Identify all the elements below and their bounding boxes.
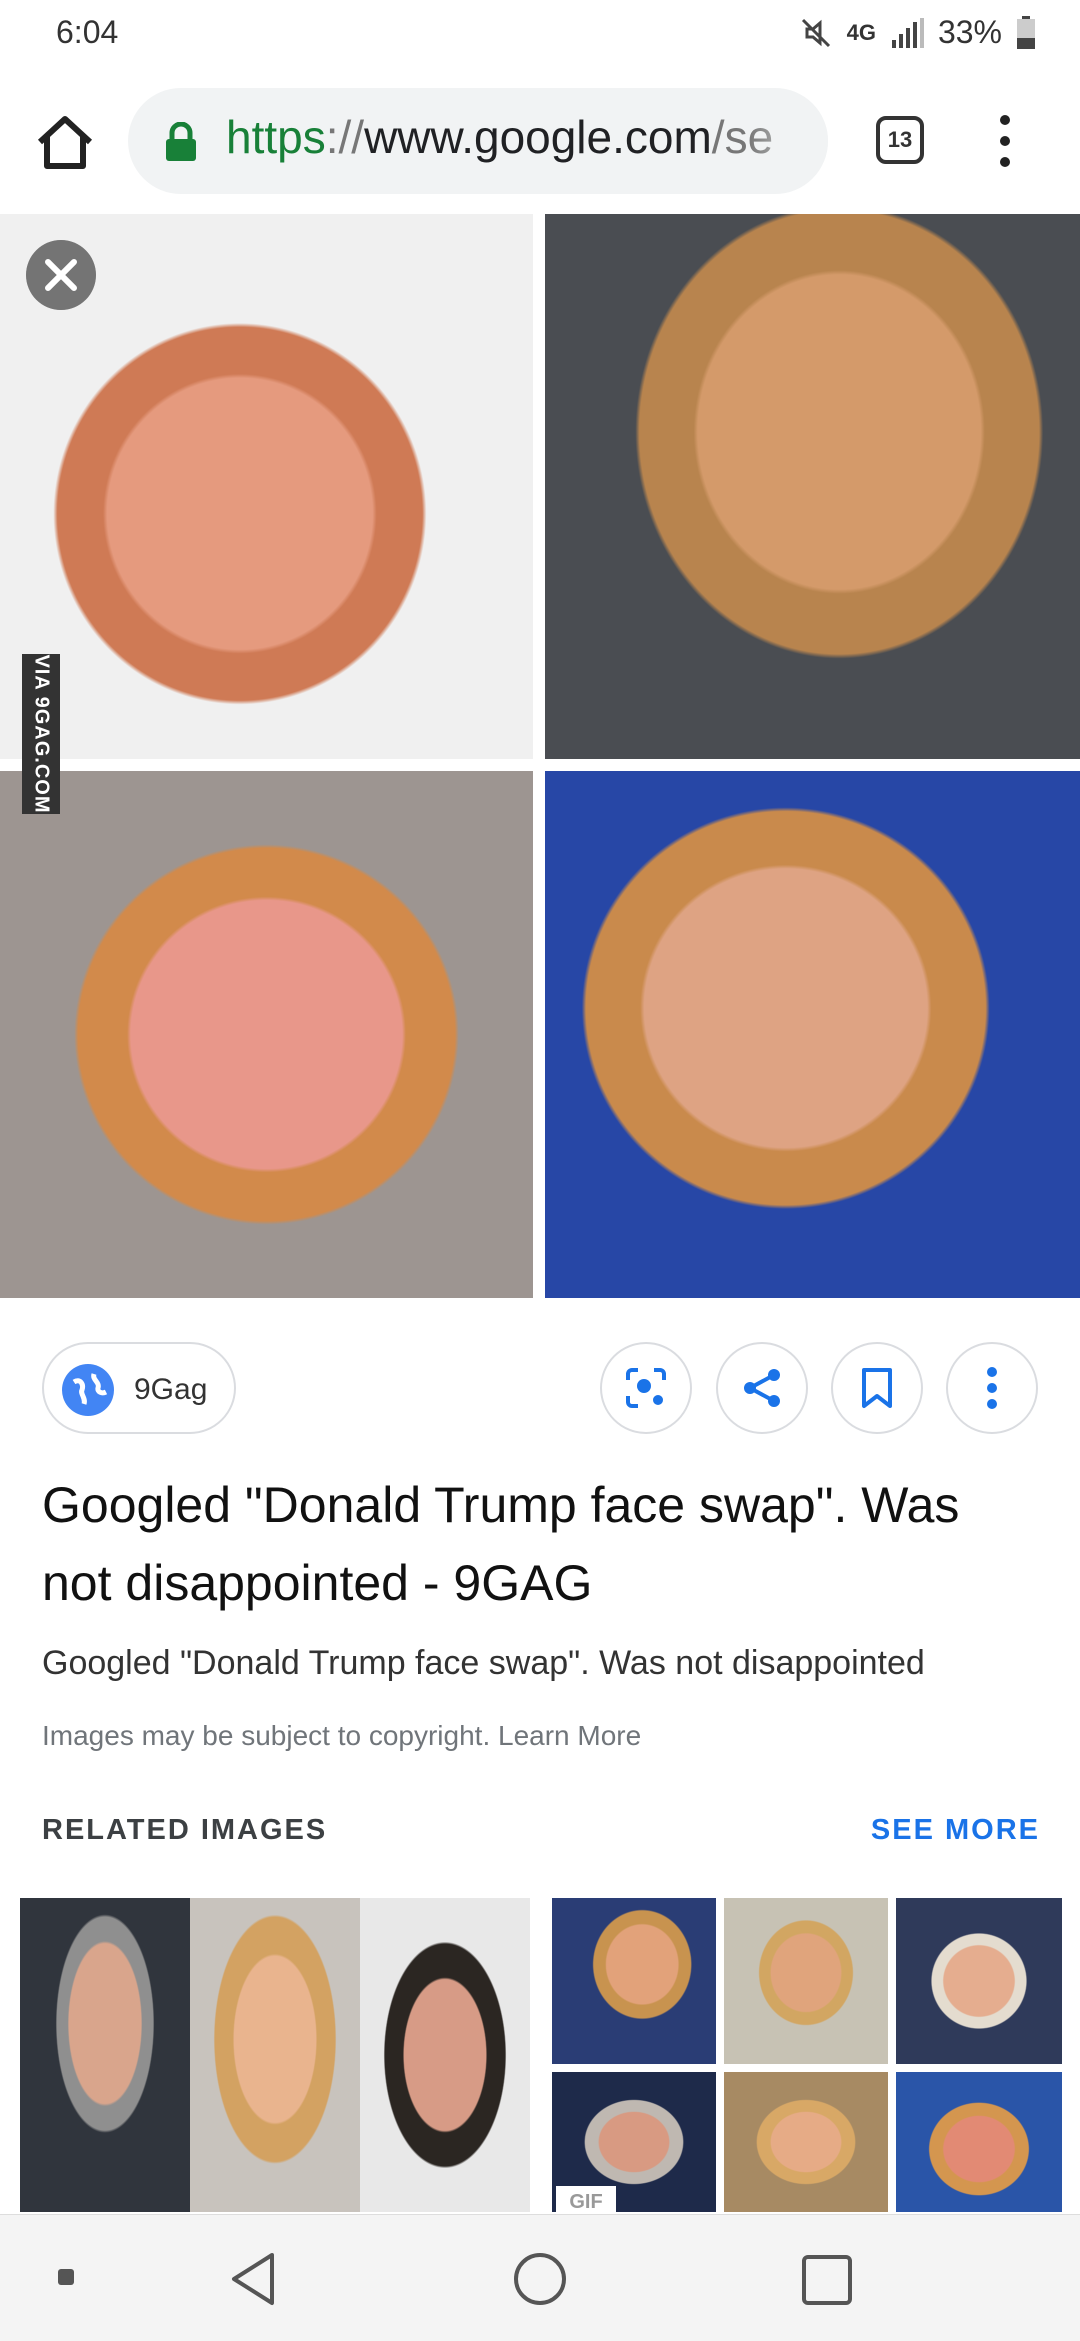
thumbnail xyxy=(724,1898,888,2064)
lens-button[interactable] xyxy=(600,1342,692,1434)
watermark: VIA 9GAG.COM xyxy=(22,654,60,814)
status-time: 6:04 xyxy=(56,14,119,50)
lock-icon xyxy=(166,122,196,161)
gif-badge: GIF xyxy=(556,2186,616,2212)
thumbnail xyxy=(896,2072,1062,2212)
url-text: https://www.google.com/se xyxy=(226,110,773,164)
share-button[interactable] xyxy=(716,1342,808,1434)
url-host: www.google.com xyxy=(364,111,712,163)
recent-dot-icon[interactable] xyxy=(56,2267,76,2287)
system-nav-bar xyxy=(0,2214,1080,2341)
photo-tile xyxy=(545,771,1080,1298)
bookmark-button[interactable] xyxy=(831,1342,923,1434)
thumbnail xyxy=(724,2072,888,2212)
url-separator: :// xyxy=(325,111,365,163)
thumbnail xyxy=(190,1898,360,2212)
lens-icon xyxy=(626,1368,666,1408)
learn-more-link[interactable]: Learn More xyxy=(498,1720,641,1751)
globe-icon xyxy=(62,1364,114,1416)
mute-icon xyxy=(801,18,830,47)
url-scheme: https xyxy=(226,111,326,163)
bookmark-icon xyxy=(862,1368,892,1408)
more-icon xyxy=(987,1367,997,1409)
photo-tile xyxy=(0,771,533,1298)
source-chip[interactable]: 9Gag xyxy=(42,1342,236,1434)
image-preview[interactable]: VIA 9GAG.COM xyxy=(0,214,1080,1298)
thumbnail xyxy=(360,1898,530,2212)
thumbnail xyxy=(20,1898,190,2212)
battery-icon xyxy=(1017,15,1035,49)
battery-percent: 33% xyxy=(937,14,1002,50)
source-label: 9Gag xyxy=(134,1373,208,1406)
home-icon[interactable] xyxy=(34,112,96,172)
related-image[interactable] xyxy=(20,1898,530,2212)
status-bar: 6:04 4G 33% xyxy=(0,0,1080,70)
overview-square-icon[interactable] xyxy=(800,2253,854,2307)
result-title[interactable]: Googled "Donald Trump face swap". Was no… xyxy=(42,1466,1042,1622)
overflow-menu-icon[interactable] xyxy=(990,110,1020,172)
signal-icon xyxy=(891,17,924,48)
related-heading: RELATED IMAGES xyxy=(42,1814,328,1846)
address-bar[interactable]: https://www.google.com/se xyxy=(128,88,828,194)
photo-tile xyxy=(545,214,1080,759)
share-icon xyxy=(744,1369,780,1407)
see-more-link[interactable]: SEE MORE xyxy=(871,1814,1040,1847)
network-label: 4G xyxy=(846,19,876,45)
url-fade xyxy=(748,88,828,194)
home-circle-icon[interactable] xyxy=(512,2251,568,2307)
result-description: Googled "Donald Trump face swap". Was no… xyxy=(42,1644,925,1682)
tabs-icon[interactable]: 13 xyxy=(876,116,924,164)
back-icon[interactable] xyxy=(226,2249,280,2309)
thumbnail xyxy=(896,1898,1062,2064)
close-icon[interactable] xyxy=(26,240,96,310)
related-image[interactable]: GIF xyxy=(552,1898,1062,2212)
status-icons: 4G 33% xyxy=(799,14,1036,51)
more-button[interactable] xyxy=(946,1342,1038,1434)
browser-toolbar: https://www.google.com/se 13 xyxy=(0,70,1080,215)
copyright-notice: Images may be subject to copyright. Lear… xyxy=(42,1720,642,1751)
thumbnail xyxy=(552,1898,716,2064)
